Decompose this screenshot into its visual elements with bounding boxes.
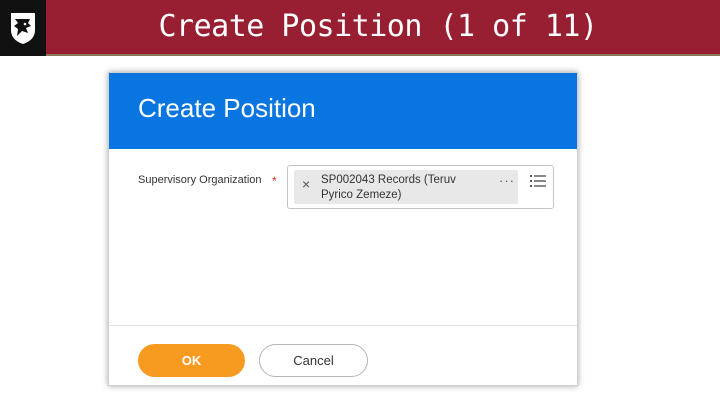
required-indicator: * <box>272 174 277 188</box>
supervisory-organization-label: Supervisory Organization <box>138 174 262 186</box>
supervisory-organization-prompt[interactable]: × SP002043 Records (Teruv Pyrico Zemeze)… <box>287 165 554 209</box>
ok-button[interactable]: OK <box>138 344 245 377</box>
selected-organization-pill[interactable]: × SP002043 Records (Teruv Pyrico Zemeze)… <box>294 170 518 204</box>
dialog-title: Create Position <box>138 93 316 123</box>
slide-header-banner: Create Position (1 of 11) <box>0 0 720 56</box>
list-icon[interactable] <box>530 174 546 188</box>
cancel-button[interactable]: Cancel <box>259 344 368 377</box>
close-icon[interactable]: × <box>302 176 310 192</box>
slide-title: Create Position (1 of 11) <box>158 9 598 44</box>
create-position-dialog: Create Position Supervisory Organization… <box>108 72 578 386</box>
dialog-footer-divider <box>109 325 577 326</box>
dialog-header: Create Position <box>109 73 577 149</box>
selected-organization-text: SP002043 Records (Teruv Pyrico Zemeze) <box>321 174 456 201</box>
more-options-icon[interactable]: ··· <box>499 173 515 188</box>
